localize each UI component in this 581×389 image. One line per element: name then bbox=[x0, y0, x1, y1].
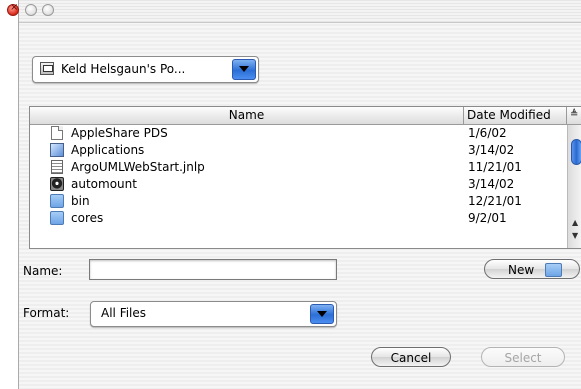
file-date: 3/14/02 bbox=[468, 143, 515, 157]
list-item[interactable]: ArgoUMLWebStart.jnlp 11/21/01 bbox=[30, 159, 567, 176]
vertical-scrollbar[interactable]: ▲ ▼ bbox=[567, 125, 581, 248]
list-item[interactable]: Applications 3/14/02 bbox=[30, 142, 567, 159]
volume-icon bbox=[40, 62, 54, 75]
new-folder-button[interactable]: New bbox=[484, 259, 580, 279]
disk-icon bbox=[50, 177, 64, 191]
list-item[interactable]: AppleShare PDS 1/6/02 bbox=[30, 125, 567, 142]
title-bar: × bbox=[7, 0, 581, 23]
name-field[interactable] bbox=[89, 259, 337, 280]
chevron-down-icon[interactable] bbox=[310, 304, 334, 324]
document-icon bbox=[51, 126, 63, 140]
file-date: 12/21/01 bbox=[468, 194, 522, 208]
column-header-date-modified[interactable]: Date Modified bbox=[464, 107, 567, 124]
file-name: bin bbox=[71, 194, 90, 208]
file-name: Applications bbox=[71, 143, 145, 157]
column-header: Name Date Modified ≜ bbox=[30, 107, 581, 125]
minimize-window-icon[interactable] bbox=[25, 4, 37, 16]
format-value: All Files bbox=[101, 306, 147, 320]
chevron-down-icon[interactable] bbox=[232, 59, 256, 80]
folder-icon bbox=[50, 194, 64, 208]
background-strip bbox=[0, 0, 18, 389]
file-browser: Name Date Modified ≜ AppleShare PDS 1/6/… bbox=[29, 106, 581, 249]
select-button[interactable]: Select bbox=[481, 347, 565, 367]
file-name: ArgoUMLWebStart.jnlp bbox=[71, 160, 205, 174]
applications-folder-icon bbox=[50, 143, 64, 157]
format-label: Format: bbox=[23, 306, 70, 320]
file-dialog: × Keld Helsgaun's Po... Name Date Modifi… bbox=[7, 0, 581, 389]
close-window-icon[interactable]: × bbox=[7, 2, 19, 16]
file-date: 9/2/01 bbox=[468, 211, 507, 225]
new-button-label: New bbox=[508, 263, 535, 277]
file-name: automount bbox=[71, 177, 137, 191]
location-popup[interactable]: Keld Helsgaun's Po... bbox=[32, 56, 259, 83]
folder-icon bbox=[545, 263, 562, 277]
file-date: 3/14/02 bbox=[468, 177, 515, 191]
scrollbar-thumb[interactable] bbox=[571, 139, 581, 165]
list-item[interactable]: cores 9/2/01 bbox=[30, 210, 567, 227]
cancel-button[interactable]: Cancel bbox=[371, 347, 451, 367]
list-item[interactable]: bin 12/21/01 bbox=[30, 193, 567, 210]
scroll-down-arrow-icon[interactable]: ▼ bbox=[572, 231, 578, 240]
folder-icon bbox=[50, 211, 64, 225]
scroll-up-arrow-icon[interactable]: ▲ bbox=[572, 218, 578, 227]
location-label: Keld Helsgaun's Po... bbox=[61, 62, 186, 76]
zoom-window-icon[interactable] bbox=[42, 4, 54, 16]
format-popup[interactable]: All Files bbox=[90, 301, 337, 327]
file-list: AppleShare PDS 1/6/02 Applications 3/14/… bbox=[30, 125, 567, 227]
column-header-name[interactable]: Name bbox=[30, 107, 464, 124]
file-date: 11/21/01 bbox=[468, 160, 522, 174]
jnlp-file-icon bbox=[51, 160, 63, 174]
file-date: 1/6/02 bbox=[468, 126, 507, 140]
file-name: cores bbox=[71, 211, 104, 225]
file-name: AppleShare PDS bbox=[71, 126, 168, 140]
name-label: Name: bbox=[23, 264, 63, 278]
column-options-icon[interactable]: ≜ bbox=[570, 109, 578, 120]
list-item[interactable]: automount 3/14/02 bbox=[30, 176, 567, 193]
